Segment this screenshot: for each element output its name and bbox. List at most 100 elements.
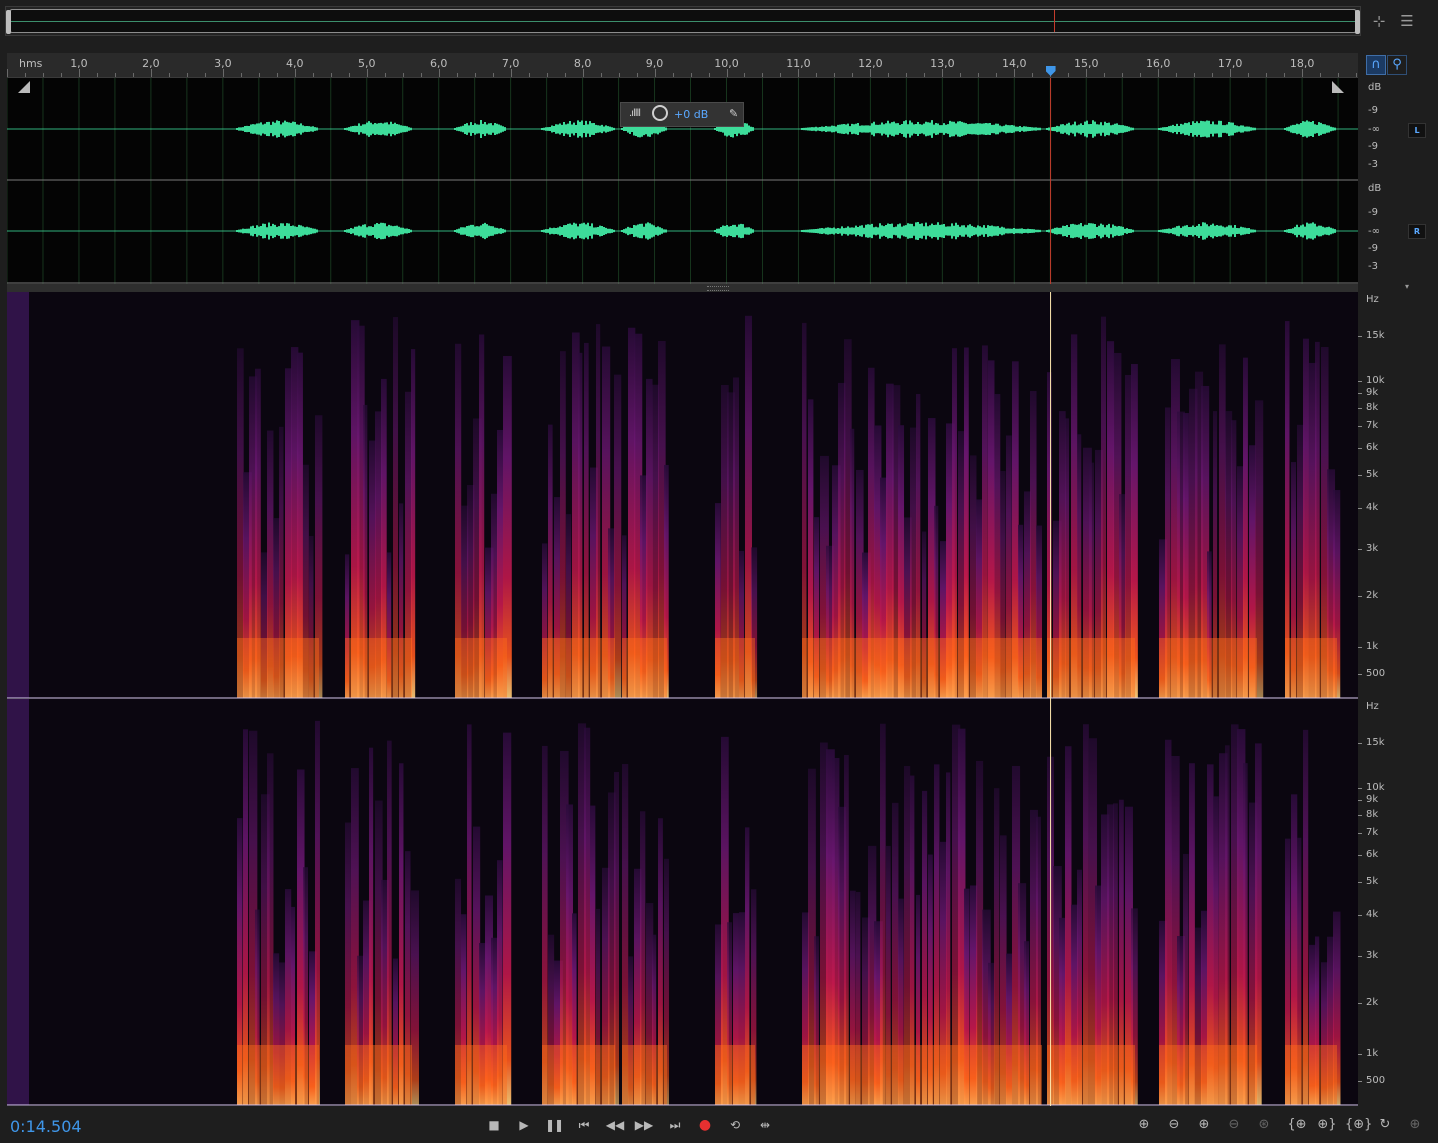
- ruler-tick: [474, 73, 476, 77]
- ruler-tick: [978, 73, 980, 77]
- skip-selection-icon[interactable]: ⇹: [753, 1115, 777, 1135]
- ruler-tick: [204, 73, 206, 77]
- db-unit-right: dB: [1368, 183, 1382, 194]
- frequency-label: 2k: [1366, 997, 1379, 1008]
- ruler-tick: [1212, 73, 1214, 77]
- spectrogram-background: [7, 292, 1358, 698]
- level-meter-icon: .ıllll: [629, 108, 641, 119]
- go-to-end-icon[interactable]: ⏭: [663, 1115, 687, 1135]
- frequency-label: 1k: [1366, 641, 1379, 652]
- spectrogram-background: [7, 699, 1358, 1105]
- spectral-noise-band: [7, 699, 29, 1105]
- frequency-label: 1k: [1366, 1048, 1379, 1059]
- hud-gain-control[interactable]: .ıllll +0 dB ✎: [620, 102, 744, 127]
- frequency-label: 6k: [1366, 442, 1379, 453]
- frequency-tick: [1358, 475, 1362, 476]
- db-label: -3: [1368, 159, 1378, 170]
- hud-gain-value: +0 dB: [674, 108, 709, 121]
- frequency-tick: [1358, 674, 1362, 675]
- ruler-tick: [1068, 73, 1070, 77]
- ruler-tick: [1284, 73, 1286, 77]
- ruler-tick: [834, 73, 836, 77]
- db-label: -9: [1368, 105, 1378, 116]
- overview-navigator[interactable]: [5, 6, 1361, 36]
- ruler-tick: [1158, 69, 1160, 77]
- overview-viewport[interactable]: [10, 9, 1356, 33]
- low-frequency-energy: [1047, 638, 1135, 698]
- zoom-in-time-icon[interactable]: ⊕: [1192, 1115, 1216, 1135]
- ruler-tick: [1230, 69, 1232, 77]
- loop-icon[interactable]: ⟲: [723, 1115, 747, 1135]
- low-frequency-energy: [802, 638, 1042, 698]
- frequency-tick: [1358, 408, 1362, 409]
- low-frequency-energy: [542, 1045, 615, 1105]
- low-frequency-energy: [1159, 638, 1257, 698]
- frequency-scale-bottom: Hz 15k 10k 9k 8k 7k 6k 5k 4k 3k 2k 1k 500: [1358, 699, 1428, 1106]
- ruler-tick: [330, 73, 332, 77]
- ruler-tick: [1194, 73, 1196, 77]
- current-time-display[interactable]: 0:14.504: [10, 1117, 82, 1136]
- low-frequency-energy: [542, 638, 615, 698]
- marker-pin-icon[interactable]: ⚲: [1387, 55, 1407, 75]
- zoom-out-time-icon[interactable]: ⊖: [1222, 1115, 1246, 1135]
- fast-forward-icon[interactable]: ▶▶: [632, 1115, 656, 1135]
- frequency-unit: Hz: [1366, 701, 1379, 712]
- time-ruler[interactable]: hms 1,0 2,0 3,0 4,0 5,0 6,0 7,0 8,0 9,0 10,0 11,0 1…: [7, 53, 1358, 78]
- zoom-in-amplitude-icon[interactable]: ⊕: [1132, 1115, 1156, 1135]
- zoom-out-point-icon[interactable]: ⊕}: [1315, 1115, 1339, 1135]
- pause-icon[interactable]: ❚❚: [542, 1115, 566, 1135]
- zoom-in-point-icon[interactable]: {⊕: [1285, 1115, 1309, 1135]
- frequency-tick: [1358, 1003, 1362, 1004]
- ruler-tick: [780, 73, 782, 77]
- frequency-tick: [1358, 788, 1362, 789]
- go-to-start-icon[interactable]: ⏮: [572, 1115, 596, 1135]
- zoom-selection-icon[interactable]: {⊕}: [1345, 1115, 1372, 1135]
- frequency-tick: [1358, 1054, 1362, 1055]
- channel-left-badge[interactable]: L: [1408, 123, 1426, 138]
- channel-right-badge[interactable]: R: [1408, 224, 1426, 239]
- ruler-tick: [996, 73, 998, 77]
- zoom-reset-icon[interactable]: ⊕: [1403, 1115, 1427, 1135]
- list-icon[interactable]: ☰: [1397, 12, 1417, 32]
- pin-icon[interactable]: ✎: [729, 107, 738, 120]
- ruler-tick: [132, 73, 134, 77]
- ruler-tick: [816, 73, 818, 77]
- panel-divider[interactable]: [7, 284, 1358, 292]
- zoom-out-full-icon[interactable]: ⊛: [1252, 1115, 1276, 1135]
- ruler-tick: [294, 69, 296, 77]
- frequency-label: 4k: [1366, 502, 1379, 513]
- ruler-tick: [1320, 73, 1322, 77]
- ruler-tick: [96, 73, 98, 77]
- ruler-tick: [312, 73, 314, 77]
- zoom-fit-icon[interactable]: ↻: [1373, 1115, 1397, 1135]
- ruler-tick: [744, 73, 746, 77]
- ruler-tick: [690, 73, 692, 77]
- ruler-tick: [798, 69, 800, 77]
- stop-icon[interactable]: ■: [482, 1115, 506, 1135]
- frequency-tick: [1358, 743, 1362, 744]
- snap-icon[interactable]: ∩: [1366, 55, 1386, 75]
- gain-knob-icon[interactable]: [652, 105, 668, 121]
- frequency-tick: [1358, 596, 1362, 597]
- frequency-label: 500: [1366, 668, 1386, 679]
- overview-right-handle[interactable]: [1355, 10, 1360, 34]
- zoom-out-amplitude-icon[interactable]: ⊖: [1162, 1115, 1186, 1135]
- playhead-marker[interactable]: [1045, 66, 1056, 76]
- ruler-tick: [564, 73, 566, 77]
- frequency-tick: [1358, 815, 1362, 816]
- frequency-label: 15k: [1366, 737, 1385, 748]
- spectral-frequency-display[interactable]: [7, 292, 1358, 1106]
- rewind-icon[interactable]: ◀◀: [603, 1115, 627, 1135]
- ruler-tick: [672, 73, 674, 77]
- frequency-label: 7k: [1366, 827, 1379, 838]
- ruler-tick: [942, 69, 944, 77]
- record-icon[interactable]: ●: [693, 1115, 717, 1135]
- ruler-tick: [510, 69, 512, 77]
- frequency-label: 15k: [1366, 330, 1385, 341]
- ruler-tick: [438, 69, 440, 77]
- chevron-down-icon[interactable]: ▾: [1405, 282, 1409, 291]
- overview-left-handle[interactable]: [6, 10, 11, 34]
- play-icon[interactable]: ▶: [512, 1115, 536, 1135]
- frequency-label: 5k: [1366, 876, 1379, 887]
- target-icon[interactable]: ⊹: [1369, 12, 1389, 32]
